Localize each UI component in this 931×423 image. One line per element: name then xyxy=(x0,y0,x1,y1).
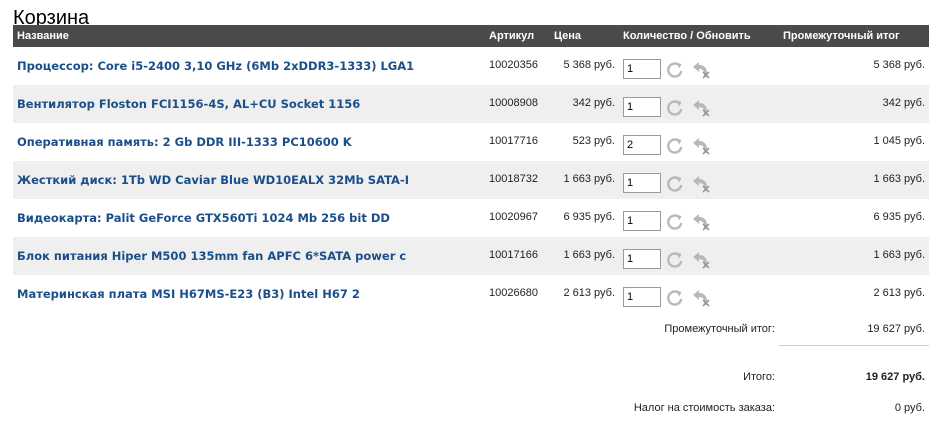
product-sku: 10020356 xyxy=(489,59,538,71)
product-subtotal: 6 935 руб. xyxy=(873,211,925,223)
col-header-price: Цена xyxy=(554,30,582,42)
product-sku: 10008908 xyxy=(489,97,538,109)
quantity-input[interactable] xyxy=(623,59,661,79)
remove-icon[interactable] xyxy=(690,59,712,81)
product-price: 1 663 руб. xyxy=(563,173,615,185)
table-header: Название Артикул Цена Количество / Обнов… xyxy=(13,25,929,47)
summary-tax-value: 0 руб. xyxy=(894,402,925,414)
product-link[interactable]: Жесткий диск: 1Tb WD Caviar Blue WD10EAL… xyxy=(17,173,409,187)
product-link[interactable]: Блок питания Hiper M500 135mm fan APFC 6… xyxy=(17,249,406,263)
quantity-input[interactable] xyxy=(623,173,661,193)
cart-table: Название Артикул Цена Количество / Обнов… xyxy=(13,25,929,313)
quantity-input[interactable] xyxy=(623,287,661,307)
product-sku: 10017716 xyxy=(489,135,538,147)
refresh-icon[interactable] xyxy=(664,135,686,157)
remove-icon[interactable] xyxy=(690,249,712,271)
product-subtotal: 1 663 руб. xyxy=(873,173,925,185)
table-row: Процессор: Core i5-2400 3,10 GHz (6Mb 2x… xyxy=(13,47,929,85)
product-price: 5 368 руб. xyxy=(563,59,615,71)
table-row: Блок питания Hiper M500 135mm fan APFC 6… xyxy=(13,237,929,275)
product-price: 6 935 руб. xyxy=(563,211,615,223)
refresh-icon[interactable] xyxy=(664,287,686,309)
product-subtotal: 5 368 руб. xyxy=(873,59,925,71)
product-subtotal: 2 613 руб. xyxy=(873,287,925,299)
product-link[interactable]: Материнская плата MSI H67MS-E23 (B3) Int… xyxy=(17,287,360,301)
table-row: Жесткий диск: 1Tb WD Caviar Blue WD10EAL… xyxy=(13,161,929,199)
summary-divider xyxy=(779,345,929,346)
refresh-icon[interactable] xyxy=(664,211,686,233)
product-sku: 10020967 xyxy=(489,211,538,223)
remove-icon[interactable] xyxy=(690,287,712,309)
remove-icon[interactable] xyxy=(690,97,712,119)
table-row: Вентилятор Floston FCI1156-4S, AL+CU Soc… xyxy=(13,85,929,123)
summary-tax-label: Налог на стоимость заказа: xyxy=(633,402,775,414)
quantity-input[interactable] xyxy=(623,211,661,231)
product-sku: 10017166 xyxy=(489,249,538,261)
summary-subtotal-value: 19 627 руб. xyxy=(867,323,925,335)
summary-total-value: 19 627 руб. xyxy=(865,371,925,383)
refresh-icon[interactable] xyxy=(664,97,686,119)
product-subtotal: 342 руб. xyxy=(882,97,925,109)
table-row: Видеокарта: Palit GeForce GTX560Ti 1024 … xyxy=(13,199,929,237)
quantity-input[interactable] xyxy=(623,97,661,117)
refresh-icon[interactable] xyxy=(664,249,686,271)
product-subtotal: 1 045 руб. xyxy=(873,135,925,147)
table-row: Материнская плата MSI H67MS-E23 (B3) Int… xyxy=(13,275,929,313)
remove-icon[interactable] xyxy=(690,173,712,195)
remove-icon[interactable] xyxy=(690,211,712,233)
quantity-input[interactable] xyxy=(623,249,661,269)
product-link[interactable]: Оперативная память: 2 Gb DDR III-1333 PC… xyxy=(17,135,352,149)
col-header-subtotal: Промежуточный итог xyxy=(783,30,900,42)
product-link[interactable]: Видеокарта: Palit GeForce GTX560Ti 1024 … xyxy=(17,211,390,225)
product-sku: 10018732 xyxy=(489,173,538,185)
col-header-name: Название xyxy=(17,30,69,42)
refresh-icon[interactable] xyxy=(664,59,686,81)
product-link[interactable]: Процессор: Core i5-2400 3,10 GHz (6Mb 2x… xyxy=(17,59,414,73)
product-price: 2 613 руб. xyxy=(563,287,615,299)
product-subtotal: 1 663 руб. xyxy=(873,249,925,261)
col-header-sku: Артикул xyxy=(489,30,535,42)
summary-total-label: Итого: xyxy=(743,371,775,383)
summary-subtotal-label: Промежуточный итог: xyxy=(664,323,775,335)
product-price: 523 руб. xyxy=(572,135,615,147)
table-row: Оперативная память: 2 Gb DDR III-1333 PC… xyxy=(13,123,929,161)
table-body: Процессор: Core i5-2400 3,10 GHz (6Mb 2x… xyxy=(13,47,929,313)
refresh-icon[interactable] xyxy=(664,173,686,195)
col-header-qty: Количество / Обновить xyxy=(623,30,751,42)
product-price: 342 руб. xyxy=(572,97,615,109)
quantity-input[interactable] xyxy=(623,135,661,155)
product-link[interactable]: Вентилятор Floston FCI1156-4S, AL+CU Soc… xyxy=(17,97,360,111)
product-price: 1 663 руб. xyxy=(563,249,615,261)
remove-icon[interactable] xyxy=(690,135,712,157)
product-sku: 10026680 xyxy=(489,287,538,299)
